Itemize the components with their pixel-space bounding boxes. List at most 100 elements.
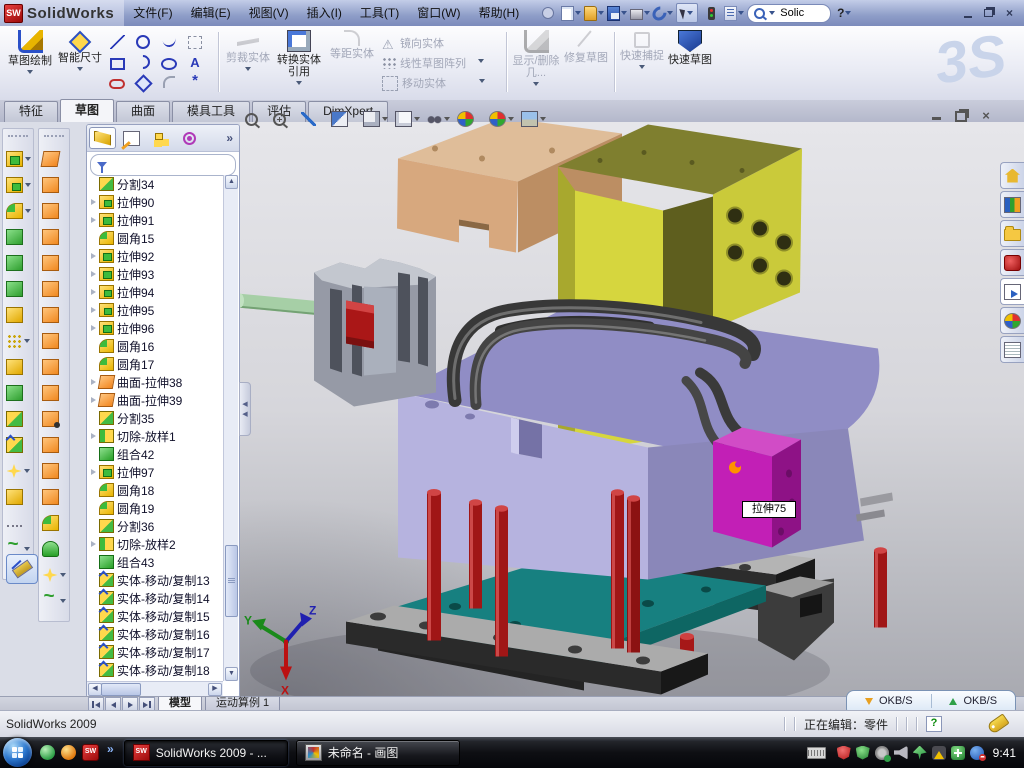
health-icon[interactable]: [951, 746, 965, 760]
magnify-icon[interactable]: [301, 112, 324, 126]
expand-arrow-icon[interactable]: [91, 433, 96, 439]
tree-item[interactable]: 分割34: [89, 175, 223, 193]
dropdown-caret-icon[interactable]: [245, 67, 251, 71]
tree-horizontal-scrollbar[interactable]: ◀ ▶: [87, 681, 223, 696]
menu-item[interactable]: 插入(I): [298, 1, 351, 26]
surface-untrim-icon[interactable]: [42, 436, 67, 454]
zoom-fit-icon[interactable]: [245, 113, 266, 126]
surface-fillet-icon[interactable]: [42, 514, 67, 532]
surface-delete-face-icon[interactable]: [42, 410, 67, 428]
dropdown-caret-icon[interactable]: [24, 339, 30, 343]
sketch-fillet-icon[interactable]: [163, 76, 175, 88]
linear-pattern-button[interactable]: 线性草图阵列: [382, 54, 484, 72]
arc-icon[interactable]: [133, 52, 153, 72]
selection-box-icon[interactable]: [188, 36, 202, 49]
scroll-down-icon[interactable]: ▼: [225, 667, 238, 681]
rectangle-icon[interactable]: [110, 58, 125, 70]
point-icon[interactable]: *: [188, 75, 203, 89]
dropdown-caret-icon[interactable]: [60, 599, 66, 603]
shell-icon[interactable]: [6, 254, 31, 272]
surface-loft-icon[interactable]: [42, 228, 67, 246]
extruded-boss-icon[interactable]: [6, 150, 31, 168]
surface-dome-icon[interactable]: [42, 540, 67, 558]
scroll-right-icon[interactable]: ▶: [208, 683, 222, 696]
surface-knit-icon[interactable]: [42, 358, 67, 376]
repair-sketch-button[interactable]: 修复草图: [564, 30, 608, 96]
configuration-manager-tab[interactable]: [147, 127, 174, 149]
expand-arrow-icon[interactable]: [91, 289, 96, 295]
file-explorer-icon[interactable]: [1000, 220, 1024, 247]
tree-item[interactable]: 曲面-拉伸38: [89, 373, 223, 391]
dropdown-caret-icon[interactable]: [77, 67, 83, 71]
point-icon[interactable]: [6, 488, 31, 506]
panel-splitter-handle[interactable]: ◀◀: [239, 382, 251, 436]
surface-spline-icon[interactable]: [43, 592, 66, 610]
measure-tool-button[interactable]: [6, 554, 38, 584]
extruded-cut-icon[interactable]: [6, 176, 31, 194]
menu-item[interactable]: 文件(F): [124, 1, 181, 26]
ribbon-tab[interactable]: 特征: [4, 101, 58, 122]
rapid-sketch-button[interactable]: 快速草图: [668, 30, 712, 96]
apply-scene-icon[interactable]: [489, 111, 514, 127]
tree-item[interactable]: 实体-移动/复制15: [89, 607, 223, 625]
tree-item[interactable]: 圆角16: [89, 337, 223, 355]
ribbon-tab[interactable]: 模具工具: [172, 101, 250, 122]
spline-icon[interactable]: [162, 36, 177, 48]
tags-icon[interactable]: [986, 713, 1009, 734]
tree-item[interactable]: 拉伸97: [89, 463, 223, 481]
surface-curve-icon[interactable]: [43, 566, 66, 584]
dropdown-caret-icon[interactable]: [60, 573, 66, 577]
tree-item[interactable]: 圆角19: [89, 499, 223, 517]
close-button[interactable]: ×: [1001, 6, 1018, 21]
appearances-icon[interactable]: [1000, 307, 1024, 334]
dropdown-caret-icon[interactable]: [845, 11, 851, 15]
pattern-icon[interactable]: [7, 332, 30, 350]
tree-vertical-scrollbar[interactable]: ▲ ▼: [223, 175, 238, 681]
quick-tips-icon[interactable]: ?: [926, 716, 942, 732]
menu-item[interactable]: 编辑(E): [182, 1, 240, 26]
antivirus-icon[interactable]: [837, 746, 851, 760]
feature-manager-tab[interactable]: [89, 127, 116, 149]
ribbon-tab[interactable]: 草图: [60, 99, 114, 122]
alert-icon[interactable]: [932, 746, 946, 760]
smart-dimension-button[interactable]: 智能尺寸: [56, 30, 104, 96]
circle-icon[interactable]: [136, 35, 150, 49]
start-button[interactable]: [3, 738, 32, 767]
dropdown-caret-icon[interactable]: [575, 11, 581, 15]
part-magenta-insert[interactable]: [713, 428, 801, 548]
search-scope-caret-icon[interactable]: [769, 11, 775, 15]
doc-minimize-button[interactable]: [928, 108, 944, 123]
view-orientation-icon[interactable]: [363, 111, 388, 127]
combine-bodies-icon[interactable]: [6, 358, 31, 376]
split-icon[interactable]: [6, 410, 31, 428]
expand-arrow-icon[interactable]: [91, 325, 96, 331]
part-gray-fixture[interactable]: [240, 259, 436, 407]
expand-arrow-icon[interactable]: [91, 379, 96, 385]
expand-arrow-icon[interactable]: [91, 217, 96, 223]
expand-arrow-icon[interactable]: [91, 541, 96, 547]
dropdown-caret-icon[interactable]: [296, 81, 302, 85]
dropdown-caret-icon[interactable]: [598, 11, 604, 15]
ellipse-icon[interactable]: [161, 58, 177, 70]
3d-model[interactable]: Y Z X: [240, 122, 1024, 696]
restore-button[interactable]: [980, 6, 997, 21]
draft-icon[interactable]: [6, 228, 31, 246]
keyboard-layout-icon[interactable]: [807, 747, 826, 759]
surface-planar-icon[interactable]: [42, 280, 67, 298]
tree-item[interactable]: 拉伸92: [89, 247, 223, 265]
section-view-icon[interactable]: [331, 111, 356, 127]
display-delete-relations-button[interactable]: 显示/删除几...: [512, 30, 560, 96]
sync-icon[interactable]: [913, 746, 927, 760]
tree-item[interactable]: 分割36: [89, 517, 223, 535]
new-document-button[interactable]: [561, 4, 581, 22]
messenger-icon[interactable]: [40, 745, 55, 760]
panel-overflow-chevron[interactable]: »: [226, 131, 237, 145]
tree-filter-input[interactable]: [90, 154, 236, 176]
polygon-icon[interactable]: [134, 74, 152, 92]
line-icon[interactable]: [110, 35, 125, 49]
dropdown-caret-icon[interactable]: [687, 11, 693, 15]
dropdown-caret-icon[interactable]: [533, 82, 539, 86]
expand-arrow-icon[interactable]: [91, 397, 96, 403]
fillet-icon[interactable]: [6, 202, 31, 220]
dimxpert-manager-tab[interactable]: [176, 127, 203, 149]
